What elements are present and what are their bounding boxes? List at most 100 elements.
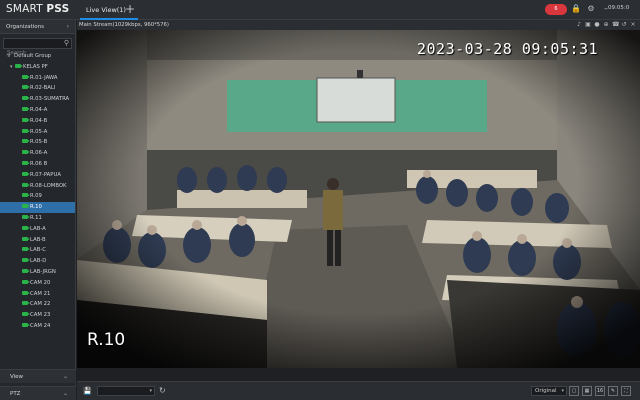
video-window-header: Main Stream(1029kbps, 960*576) ♪ ▣ ● ⊕ ☎…	[77, 20, 640, 30]
chevron-down-icon: ▾	[149, 388, 152, 394]
camera-online-icon	[22, 290, 30, 295]
tree-camera-item[interactable]: CAM 24	[0, 321, 75, 332]
group-camera-icon	[15, 63, 23, 68]
camera-label: R.02-BALI	[30, 85, 56, 92]
tree-camera-item[interactable]: LAB-A	[0, 224, 75, 235]
tree-camera-item[interactable]: LAB-JRGN	[0, 267, 75, 278]
audio-icon[interactable]: ♪	[576, 21, 582, 29]
classroom-scene	[77, 30, 640, 368]
clock: 09:05:0	[608, 5, 630, 11]
tree-camera-item[interactable]: R.06-A	[0, 148, 75, 159]
tree-camera-item[interactable]: R.04-B	[0, 116, 75, 127]
tree-camera-item[interactable]: R.01-JAWA	[0, 73, 75, 84]
tree-camera-item[interactable]: CAM 21	[0, 289, 75, 300]
camera-online-icon	[22, 117, 30, 122]
refresh-icon[interactable]: ↻	[159, 386, 166, 395]
tree-camera-item[interactable]: R.05-A	[0, 127, 75, 138]
app-title-light: SMART	[6, 3, 47, 15]
instant-playback-icon[interactable]: ↺	[621, 21, 627, 29]
tree-default-group[interactable]: ☣ Default Group	[0, 51, 75, 62]
group-label: KELAS PF	[23, 63, 48, 70]
camera-label: R.04-B	[30, 117, 48, 124]
camera-online-icon	[22, 96, 30, 101]
gear-icon[interactable]: ⚙	[586, 4, 596, 14]
smart-pss-window: SMART PSS Live View(1) + 6 🔒 ⚙ – 09:05:0…	[0, 0, 640, 400]
camera-label: CAM 22	[30, 301, 51, 308]
title-bar: SMART PSS Live View(1) + 6 🔒 ⚙ – 09:05:0	[0, 0, 640, 20]
osd-channel-name: R.10	[87, 330, 126, 350]
add-tab-button[interactable]: +	[124, 2, 136, 16]
lock-icon[interactable]: 🔒	[571, 4, 581, 14]
camera-online-icon	[22, 301, 30, 306]
save-view-icon[interactable]: 💾	[83, 387, 92, 395]
camera-online-icon	[22, 171, 30, 176]
app-title-bold: PSS	[46, 3, 70, 15]
chevron-right-icon: ›	[66, 23, 69, 30]
tree-camera-item[interactable]: CAM 22	[0, 299, 75, 310]
camera-label: R.11	[30, 214, 42, 221]
alarm-count: 6	[554, 6, 558, 12]
camera-online-icon	[22, 312, 30, 317]
tree-camera-item[interactable]: R.03-SUMATRA	[0, 94, 75, 105]
tree-group-kelas-pf[interactable]: ▾ KELAS PF	[0, 62, 75, 73]
camera-label: CAM 24	[30, 322, 51, 329]
app-title: SMART PSS	[6, 3, 69, 15]
tree-camera-item[interactable]: R.02-BALI	[0, 83, 75, 94]
chevron-down-icon: ▾	[561, 388, 564, 394]
camera-label: R.08-LOMBOK	[30, 182, 67, 189]
close-icon[interactable]: ×	[630, 21, 636, 29]
sidebar: Organizations › ⚲ ☣Default Group ▾KELAS …	[0, 20, 76, 400]
org-icon: ☣	[6, 52, 12, 59]
tree-camera-item[interactable]: R.11	[0, 213, 75, 224]
camera-label: CAM 23	[30, 312, 51, 319]
tree-camera-item[interactable]: CAM 20	[0, 278, 75, 289]
camera-online-icon	[22, 247, 30, 252]
tree-camera-item[interactable]: LAB-B	[0, 235, 75, 246]
camera-label: R.04-A	[30, 106, 48, 113]
layout-2x2-icon[interactable]: ▦	[582, 386, 592, 396]
camera-label: R.05-A	[30, 128, 48, 135]
scale-select[interactable]: Original ▾	[531, 386, 567, 396]
camera-online-icon	[22, 85, 30, 90]
layout-1x1-icon[interactable]: ▢	[569, 386, 579, 396]
camera-label: LAB-B	[30, 236, 46, 243]
talk-icon[interactable]: ☎	[612, 21, 619, 29]
tree-camera-item[interactable]: R.07-PAPUA	[0, 170, 75, 181]
zoom-icon[interactable]: ⊕	[603, 21, 609, 29]
camera-online-icon	[22, 193, 30, 198]
custom-layout-icon[interactable]: ✎	[608, 386, 618, 396]
ptz-panel-header[interactable]: PTZ ⌄	[0, 386, 76, 400]
organizations-label: Organizations	[6, 24, 45, 30]
tree-camera-item[interactable]: R.04-A	[0, 105, 75, 116]
tree-camera-item[interactable]: R.06 B	[0, 159, 75, 170]
organizations-header[interactable]: Organizations ›	[0, 20, 75, 34]
tree-camera-item[interactable]: R.09	[0, 191, 75, 202]
fullscreen-icon[interactable]: ⛶	[621, 386, 631, 396]
chevron-down-icon: ⌄	[62, 373, 68, 380]
search-icon[interactable]: ⚲	[64, 39, 69, 47]
view-panel-header[interactable]: View ⌄	[0, 369, 76, 383]
chevron-down-icon: ⌄	[62, 390, 68, 397]
record-icon[interactable]: ●	[594, 21, 600, 29]
live-video-feed[interactable]: 2023-03-28 09:05:31 R.10	[77, 30, 640, 368]
camera-online-icon	[22, 322, 30, 327]
snapshot-icon[interactable]: ▣	[585, 21, 591, 29]
camera-label: LAB-D	[30, 258, 47, 265]
view-select[interactable]: ▾	[97, 386, 155, 396]
camera-label: CAM 20	[30, 279, 51, 286]
scale-select-value: Original	[535, 388, 557, 394]
alarm-badge[interactable]: 6	[545, 4, 567, 15]
tree-camera-item[interactable]: CAM 23	[0, 310, 75, 321]
tree-camera-item[interactable]: R.05-B	[0, 137, 75, 148]
tree-camera-item[interactable]: R.08-LOMBOK	[0, 181, 75, 192]
camera-label: R.06-A	[30, 150, 48, 157]
tree-camera-item[interactable]: LAB-C	[0, 245, 75, 256]
osd-timestamp: 2023-03-28 09:05:31	[417, 40, 599, 58]
tree-camera-item[interactable]: R.10	[0, 202, 75, 213]
camera-label: R.10	[30, 204, 42, 211]
camera-online-icon	[22, 225, 30, 230]
layout-16-button[interactable]: 16	[595, 386, 605, 396]
camera-online-icon	[22, 74, 30, 79]
tree-camera-item[interactable]: LAB-D	[0, 256, 75, 267]
layout-buttons: ▢ ▦ 16 ✎ ⛶	[569, 386, 631, 396]
